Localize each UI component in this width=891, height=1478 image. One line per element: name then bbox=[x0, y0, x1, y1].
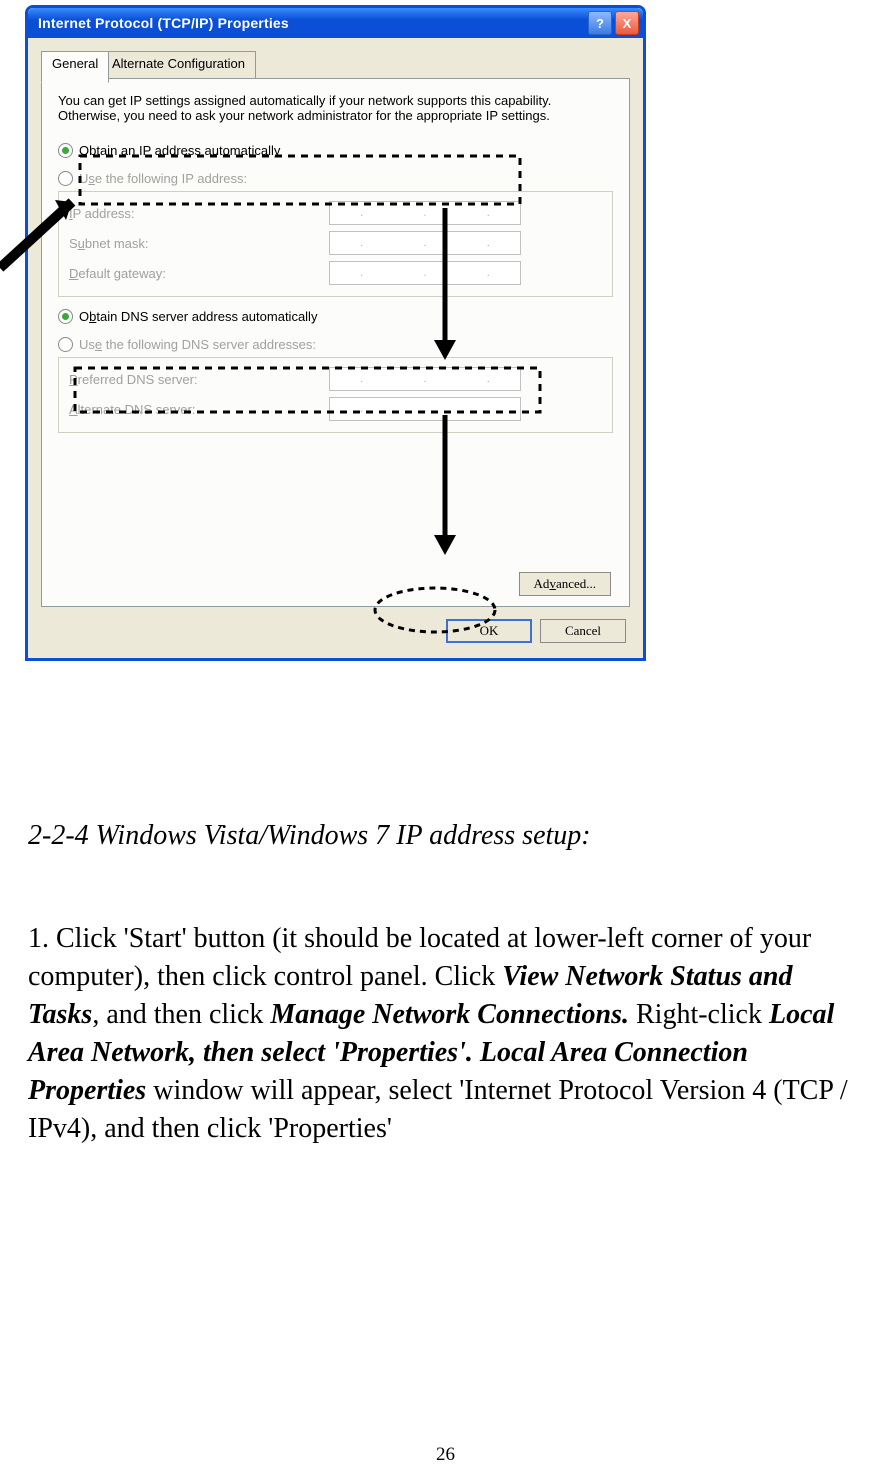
advanced-button[interactable]: Advanced... bbox=[519, 572, 611, 596]
ok-button[interactable]: OK bbox=[446, 619, 532, 643]
tab-general[interactable]: General bbox=[41, 51, 109, 83]
page-number: 26 bbox=[0, 1444, 891, 1466]
label-ip: IP address: bbox=[69, 206, 329, 221]
tab-strip: General Alternate Configuration bbox=[41, 51, 630, 79]
label-gateway: Default gateway: bbox=[69, 266, 329, 281]
p1-text-g: window will appear, select 'Internet Pro… bbox=[28, 1075, 848, 1144]
field-gateway[interactable]: ... bbox=[329, 261, 521, 285]
radio-obtain-ip-label: Obtain an IP address automatically bbox=[79, 143, 280, 158]
dialog-button-row: OK Cancel bbox=[446, 619, 626, 643]
ip-group: IP address: ... Subnet mask: ... Default… bbox=[58, 191, 613, 297]
p1-text-e: Right-click bbox=[629, 999, 769, 1030]
cancel-button[interactable]: Cancel bbox=[540, 619, 626, 643]
intro-text: You can get IP settings assigned automat… bbox=[58, 93, 613, 123]
dns-group: Preferred DNS server: ... Alternate DNS … bbox=[58, 357, 613, 433]
section-heading: 2-2-4 Windows Vista/Windows 7 IP address… bbox=[28, 820, 848, 852]
radio-use-ip[interactable] bbox=[58, 171, 73, 186]
radio-obtain-dns-label: Obtain DNS server address automatically bbox=[79, 309, 317, 324]
radio-use-dns-label: Use the following DNS server addresses: bbox=[79, 337, 316, 352]
field-pdns[interactable]: ... bbox=[329, 367, 521, 391]
label-subnet: Subnet mask: bbox=[69, 236, 329, 251]
radio-use-dns[interactable] bbox=[58, 337, 73, 352]
dialog-titlebar: Internet Protocol (TCP/IP) Properties ? … bbox=[28, 8, 643, 38]
general-panel: You can get IP settings assigned automat… bbox=[41, 78, 630, 607]
radio-obtain-ip[interactable] bbox=[58, 143, 73, 158]
tcpip-properties-dialog: Internet Protocol (TCP/IP) Properties ? … bbox=[25, 5, 646, 661]
p1-text-c: , and then click bbox=[92, 999, 270, 1030]
field-adns[interactable]: ... bbox=[329, 397, 521, 421]
label-adns: Alternate DNS server: bbox=[69, 402, 329, 417]
radio-use-ip-label: Use the following IP address: bbox=[79, 171, 247, 186]
field-subnet[interactable]: ... bbox=[329, 231, 521, 255]
dialog-title: Internet Protocol (TCP/IP) Properties bbox=[32, 15, 585, 31]
label-pdns: Preferred DNS server: bbox=[69, 372, 329, 387]
radio-obtain-dns[interactable] bbox=[58, 309, 73, 324]
p1-bold-d: Manage Network Connections. bbox=[270, 999, 629, 1030]
help-button[interactable]: ? bbox=[588, 11, 612, 35]
instruction-paragraph: 1. Click 'Start' button (it should be lo… bbox=[28, 920, 866, 1148]
field-ip[interactable]: ... bbox=[329, 201, 521, 225]
close-button[interactable]: X bbox=[615, 11, 639, 35]
